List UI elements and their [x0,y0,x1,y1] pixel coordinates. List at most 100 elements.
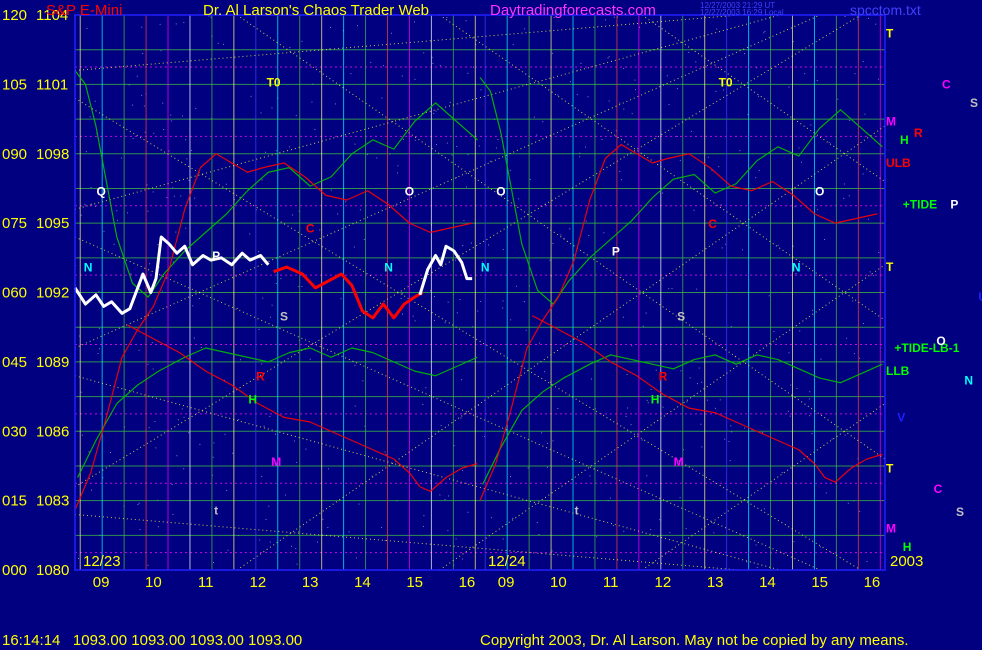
noise-dot [178,419,180,421]
noise-dot [116,219,118,221]
y-tick-label-right: 1095 [36,215,69,232]
noise-dot [120,157,122,159]
noise-dot [147,363,149,365]
right-label: S [970,96,978,110]
x-tick-label: 15 [406,574,423,591]
noise-dot [659,519,661,521]
noise-dot [512,517,514,519]
noise-dot [872,274,874,276]
noise-dot [518,198,520,200]
noise-dot [459,299,461,301]
noise-dot [309,358,311,360]
noise-dot [138,502,140,504]
x-tick-label: 12 [655,574,672,591]
noise-dot [161,290,163,292]
noise-dot [132,138,134,140]
noise-dot [533,116,535,118]
noise-dot [744,427,746,429]
noise-dot [226,489,228,491]
chart-symbol: M [271,455,281,469]
noise-dot [213,442,215,444]
noise-dot [715,90,717,92]
noise-dot [439,494,441,496]
x-tick-label: 10 [145,574,162,591]
noise-dot [831,438,833,440]
noise-dot [626,374,628,376]
noise-dot [560,234,562,236]
noise-dot [650,389,652,391]
noise-dot [509,169,511,171]
noise-dot [171,120,173,122]
noise-dot [194,197,196,199]
noise-dot [160,50,162,52]
noise-dot [284,494,286,496]
noise-dot [641,439,643,441]
noise-dot [603,232,605,234]
noise-dot [213,562,215,564]
noise-dot [382,65,384,67]
noise-dot [455,259,457,261]
right-label: P [950,198,958,212]
noise-dot [755,544,757,546]
noise-dot [455,538,457,540]
noise-dot [867,218,869,220]
noise-dot [314,129,316,131]
noise-dot [166,197,168,199]
noise-dot [353,246,355,248]
noise-dot [183,468,185,470]
noise-dot [642,325,644,327]
noise-dot [185,227,187,229]
y-tick-label-left: 060 [2,285,27,302]
noise-dot [175,23,177,25]
right-label: H [903,540,912,554]
noise-dot [837,98,839,100]
noise-dot [172,513,174,515]
noise-dot [502,538,504,540]
noise-dot [627,407,629,409]
noise-dot [136,75,138,77]
noise-dot [446,17,448,19]
y-tick-label-right: 1083 [36,493,69,510]
noise-dot [80,391,82,393]
noise-dot [634,79,636,81]
y-tick-label-right: 1086 [36,423,69,440]
noise-dot [446,142,448,144]
noise-dot [289,47,291,49]
noise-dot [557,407,559,409]
right-label: H [900,133,909,147]
noise-dot [706,399,708,401]
noise-dot [685,528,687,530]
noise-dot [489,160,491,162]
noise-dot [354,405,356,407]
noise-dot [820,358,822,360]
chart-symbol: P [212,249,220,263]
noise-dot [680,370,682,372]
noise-dot [126,212,128,214]
noise-dot [679,159,681,161]
chart-symbol: S [677,309,685,323]
site-link[interactable]: Daytradingforecasts.com [490,2,656,19]
noise-dot [183,22,185,24]
noise-dot [271,304,273,306]
noise-dot [432,62,434,64]
noise-dot [327,527,329,529]
noise-dot [843,197,845,199]
x-tick-label: 10 [550,574,567,591]
right-label: LLB [886,364,910,378]
noise-dot [463,219,465,221]
noise-dot [225,183,227,185]
chart-symbol: C [306,221,315,235]
noise-dot [130,273,132,275]
quote-line: 16:14:14 1093.00 1093.00 1093.00 1093.00 [2,632,302,649]
noise-dot [146,184,148,186]
noise-dot [175,231,177,233]
noise-dot [238,419,240,421]
noise-dot [607,57,609,59]
noise-dot [168,150,170,152]
right-label: T [886,461,894,475]
noise-dot [809,415,811,417]
noise-dot [356,25,358,27]
noise-dot [301,286,303,288]
chart-author-title: Dr. Al Larson's Chaos Trader Web [203,2,429,19]
noise-dot [849,119,851,121]
